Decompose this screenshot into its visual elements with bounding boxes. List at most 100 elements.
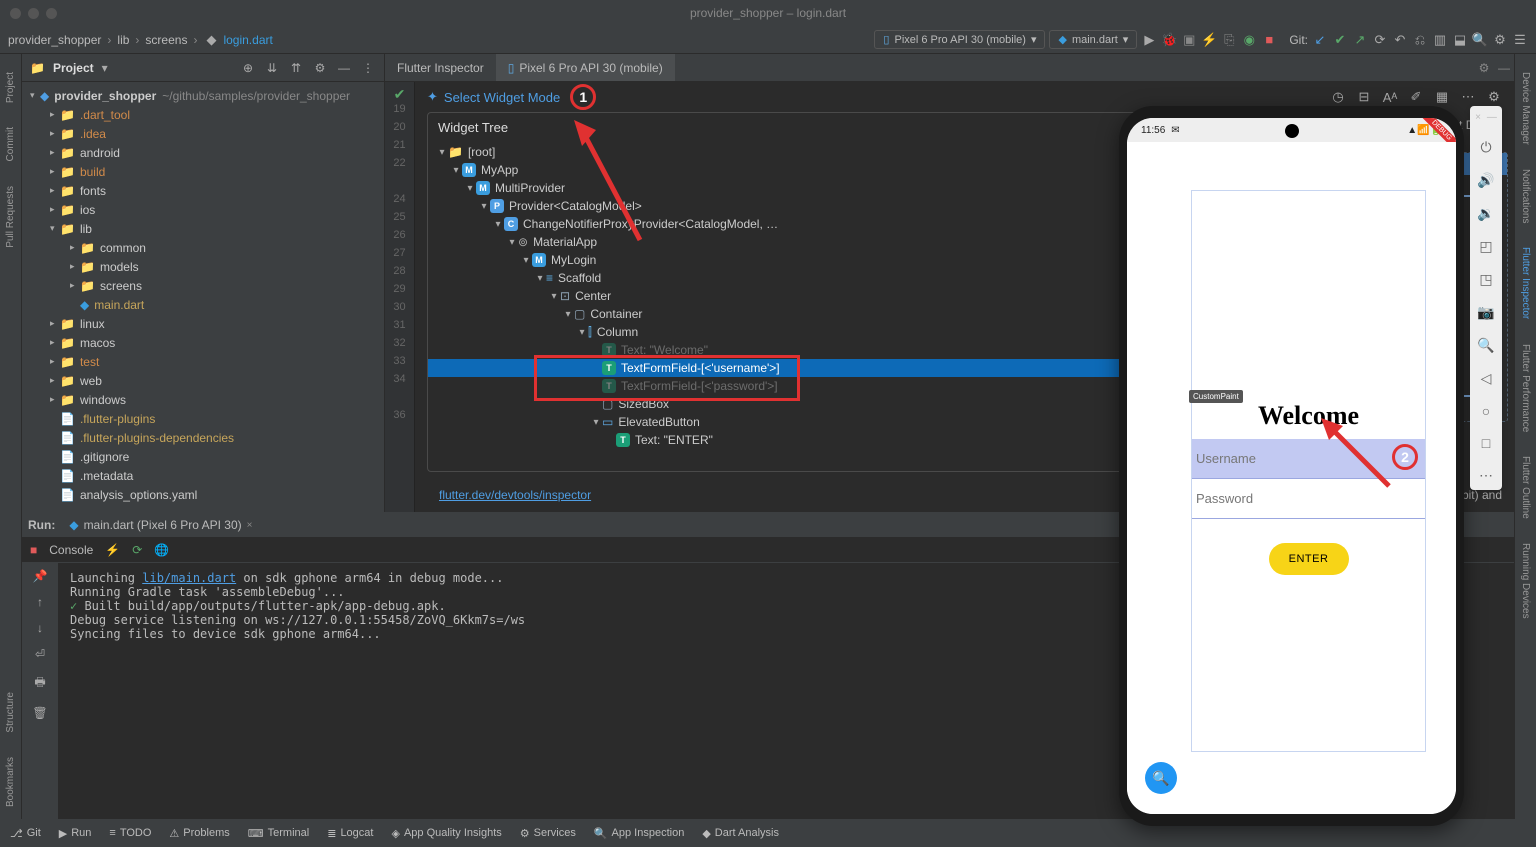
hot-reload-icon[interactable]: ⚡ <box>105 543 120 557</box>
path-icon[interactable]: ✐ <box>1408 89 1424 105</box>
breadcrumb-project[interactable]: provider_shopper <box>8 33 101 47</box>
tree-item[interactable]: 📄.gitignore <box>22 447 384 466</box>
device-selector[interactable]: ▯ Pixel 6 Pro API 30 (mobile) ▾ <box>874 30 1045 49</box>
tree-item[interactable]: 📄.metadata <box>22 466 384 485</box>
rail-commit[interactable]: Commit <box>5 127 16 161</box>
debug-button[interactable]: 🐞 <box>1161 32 1177 48</box>
inspector-fab[interactable]: 🔍 <box>1145 762 1177 794</box>
screenshot-icon[interactable]: 📷 <box>1477 304 1494 321</box>
ruler-icon[interactable]: ⊟ <box>1356 89 1372 105</box>
overview-icon[interactable]: □ <box>1482 435 1490 451</box>
zoom-icon[interactable]: 🔍 <box>1477 337 1494 354</box>
tree-item[interactable]: ▸📁models <box>22 257 384 276</box>
tab-flutter-inspector[interactable]: Flutter Inspector <box>385 54 496 81</box>
power-icon[interactable]: ⏻ <box>1480 139 1491 156</box>
print-icon[interactable]: 🖶 <box>34 673 45 694</box>
profile-button[interactable]: ◉ <box>1241 32 1257 48</box>
hot-reload-button[interactable]: ⚡ <box>1201 32 1217 48</box>
rail-device-manager[interactable]: Device Manager <box>1520 72 1531 145</box>
tree-item[interactable]: ▸📁screens <box>22 276 384 295</box>
rail-flutter-inspector[interactable]: Flutter Inspector <box>1520 247 1531 319</box>
volume-down-icon[interactable]: 🔉 <box>1477 205 1494 222</box>
settings-icon[interactable]: ⚙ <box>1492 32 1508 48</box>
status-git[interactable]: ⎇ Git <box>10 827 41 840</box>
status-run[interactable]: ▶ Run <box>59 827 92 840</box>
trash-icon[interactable]: 🗑 <box>32 706 47 720</box>
tree-item[interactable]: 📄.flutter-plugins <box>22 409 384 428</box>
rotate-left-icon[interactable]: ◰ <box>1479 238 1492 255</box>
rail-structure[interactable]: Structure <box>5 692 16 733</box>
select-widget-mode-button[interactable]: ✦ Select Widget Mode <box>427 89 560 105</box>
more-icon[interactable]: ⋮ <box>360 60 376 76</box>
tree-item[interactable]: ▾📁lib <box>22 219 384 238</box>
tree-item[interactable]: ▸📁android <box>22 143 384 162</box>
project-tree[interactable]: ▾◆provider_shopper ~/github/samples/prov… <box>22 82 384 512</box>
minimize-icon[interactable]: — <box>1487 112 1497 123</box>
devtools-link[interactable]: flutter.dev/devtools/inspector <box>427 482 603 508</box>
sync-icon[interactable]: ⎌ <box>1412 32 1428 48</box>
rotate-right-icon[interactable]: ◳ <box>1479 271 1492 288</box>
expand-all-icon[interactable]: ⇊ <box>264 60 280 76</box>
git-commit-icon[interactable]: ✔ <box>1332 32 1348 48</box>
status-services[interactable]: ⚙ Services <box>520 827 576 840</box>
rail-running-devices[interactable]: Running Devices <box>1520 543 1531 619</box>
run-tab[interactable]: ◆ main.dart (Pixel 6 Pro API 30) × <box>61 513 260 537</box>
pin-icon[interactable]: 📌 <box>33 569 48 583</box>
attach-button[interactable]: ⎘ <box>1221 32 1237 48</box>
timer-icon[interactable]: ◷ <box>1330 89 1346 105</box>
settings-icon[interactable]: ⚙ <box>1474 61 1494 75</box>
status-todo[interactable]: ≡ TODO <box>109 827 151 839</box>
image-icon[interactable]: ▦ <box>1434 89 1450 105</box>
collapse-all-icon[interactable]: ⇈ <box>288 60 304 76</box>
tree-item[interactable]: ▸📁ios <box>22 200 384 219</box>
sdk-icon[interactable]: ⬓ <box>1452 32 1468 48</box>
git-pull-icon[interactable]: ↙ <box>1312 32 1328 48</box>
settings-icon[interactable]: ⚙ <box>312 60 328 76</box>
breadcrumb-dir[interactable]: lib <box>117 33 129 47</box>
run-button[interactable]: ▶ <box>1141 32 1157 48</box>
tree-item[interactable]: ▸📁.idea <box>22 124 384 143</box>
more-icon[interactable]: ⋯ <box>1479 467 1493 484</box>
tree-root[interactable]: ▾◆provider_shopper ~/github/samples/prov… <box>22 86 384 105</box>
rail-flutter-outline[interactable]: Flutter Outline <box>1520 456 1531 519</box>
volume-up-icon[interactable]: 🔊 <box>1477 172 1494 189</box>
rail-flutter-performance[interactable]: Flutter Performance <box>1520 344 1531 432</box>
tree-item[interactable]: ▸📁linux <box>22 314 384 333</box>
hot-restart-icon[interactable]: ⟳ <box>132 543 142 557</box>
back-icon[interactable]: ◁ <box>1481 370 1492 387</box>
search-icon[interactable]: 🔍 <box>1472 32 1488 48</box>
tab-device[interactable]: ▯Pixel 6 Pro API 30 (mobile) <box>496 54 675 81</box>
tree-item[interactable]: ▸📁web <box>22 371 384 390</box>
tree-item[interactable]: ▸📁fonts <box>22 181 384 200</box>
locate-icon[interactable]: ⊕ <box>240 60 256 76</box>
tree-item[interactable]: ▸📁test <box>22 352 384 371</box>
app-surface[interactable]: Welcome Username Password ENTER CustomPa… <box>1127 142 1456 814</box>
git-push-icon[interactable]: ↗ <box>1352 32 1368 48</box>
coverage-button[interactable]: ▣ <box>1181 32 1197 48</box>
enter-button[interactable]: ENTER <box>1269 543 1349 575</box>
status-logcat[interactable]: ≣ Logcat <box>327 827 373 840</box>
status-dart-analysis[interactable]: ◆ Dart Analysis <box>702 827 779 840</box>
wrap-icon[interactable]: ⏎ <box>35 647 45 661</box>
git-history-icon[interactable]: ⟳ <box>1372 32 1388 48</box>
tree-item[interactable]: ▸📁.dart_tool <box>22 105 384 124</box>
status-terminal[interactable]: ⌨ Terminal <box>248 827 309 840</box>
rail-project[interactable]: Project <box>5 72 16 103</box>
status-app-inspection[interactable]: 🔍 App Inspection <box>594 827 684 840</box>
overflow-icon[interactable]: ⋯ <box>1460 89 1476 105</box>
text-scale-icon[interactable]: Aᴬ <box>1382 89 1398 105</box>
chevron-down-icon[interactable]: ▾ <box>102 61 108 75</box>
devtools-icon[interactable]: 🌐 <box>154 543 169 557</box>
hide-icon[interactable]: — <box>1494 61 1514 75</box>
account-icon[interactable]: ☰ <box>1512 32 1528 48</box>
hide-icon[interactable]: — <box>336 60 352 76</box>
close-icon[interactable]: × <box>1475 112 1481 123</box>
tree-item[interactable]: ◆main.dart <box>22 295 384 314</box>
down-icon[interactable]: ↓ <box>37 621 43 635</box>
tree-item[interactable]: ▸📁build <box>22 162 384 181</box>
up-icon[interactable]: ↑ <box>37 595 43 609</box>
settings-icon[interactable]: ⚙ <box>1486 89 1502 105</box>
home-icon[interactable]: ○ <box>1482 403 1490 419</box>
stop-button[interactable]: ■ <box>1261 32 1277 48</box>
tree-item[interactable]: 📄analysis_options.yaml <box>22 485 384 504</box>
